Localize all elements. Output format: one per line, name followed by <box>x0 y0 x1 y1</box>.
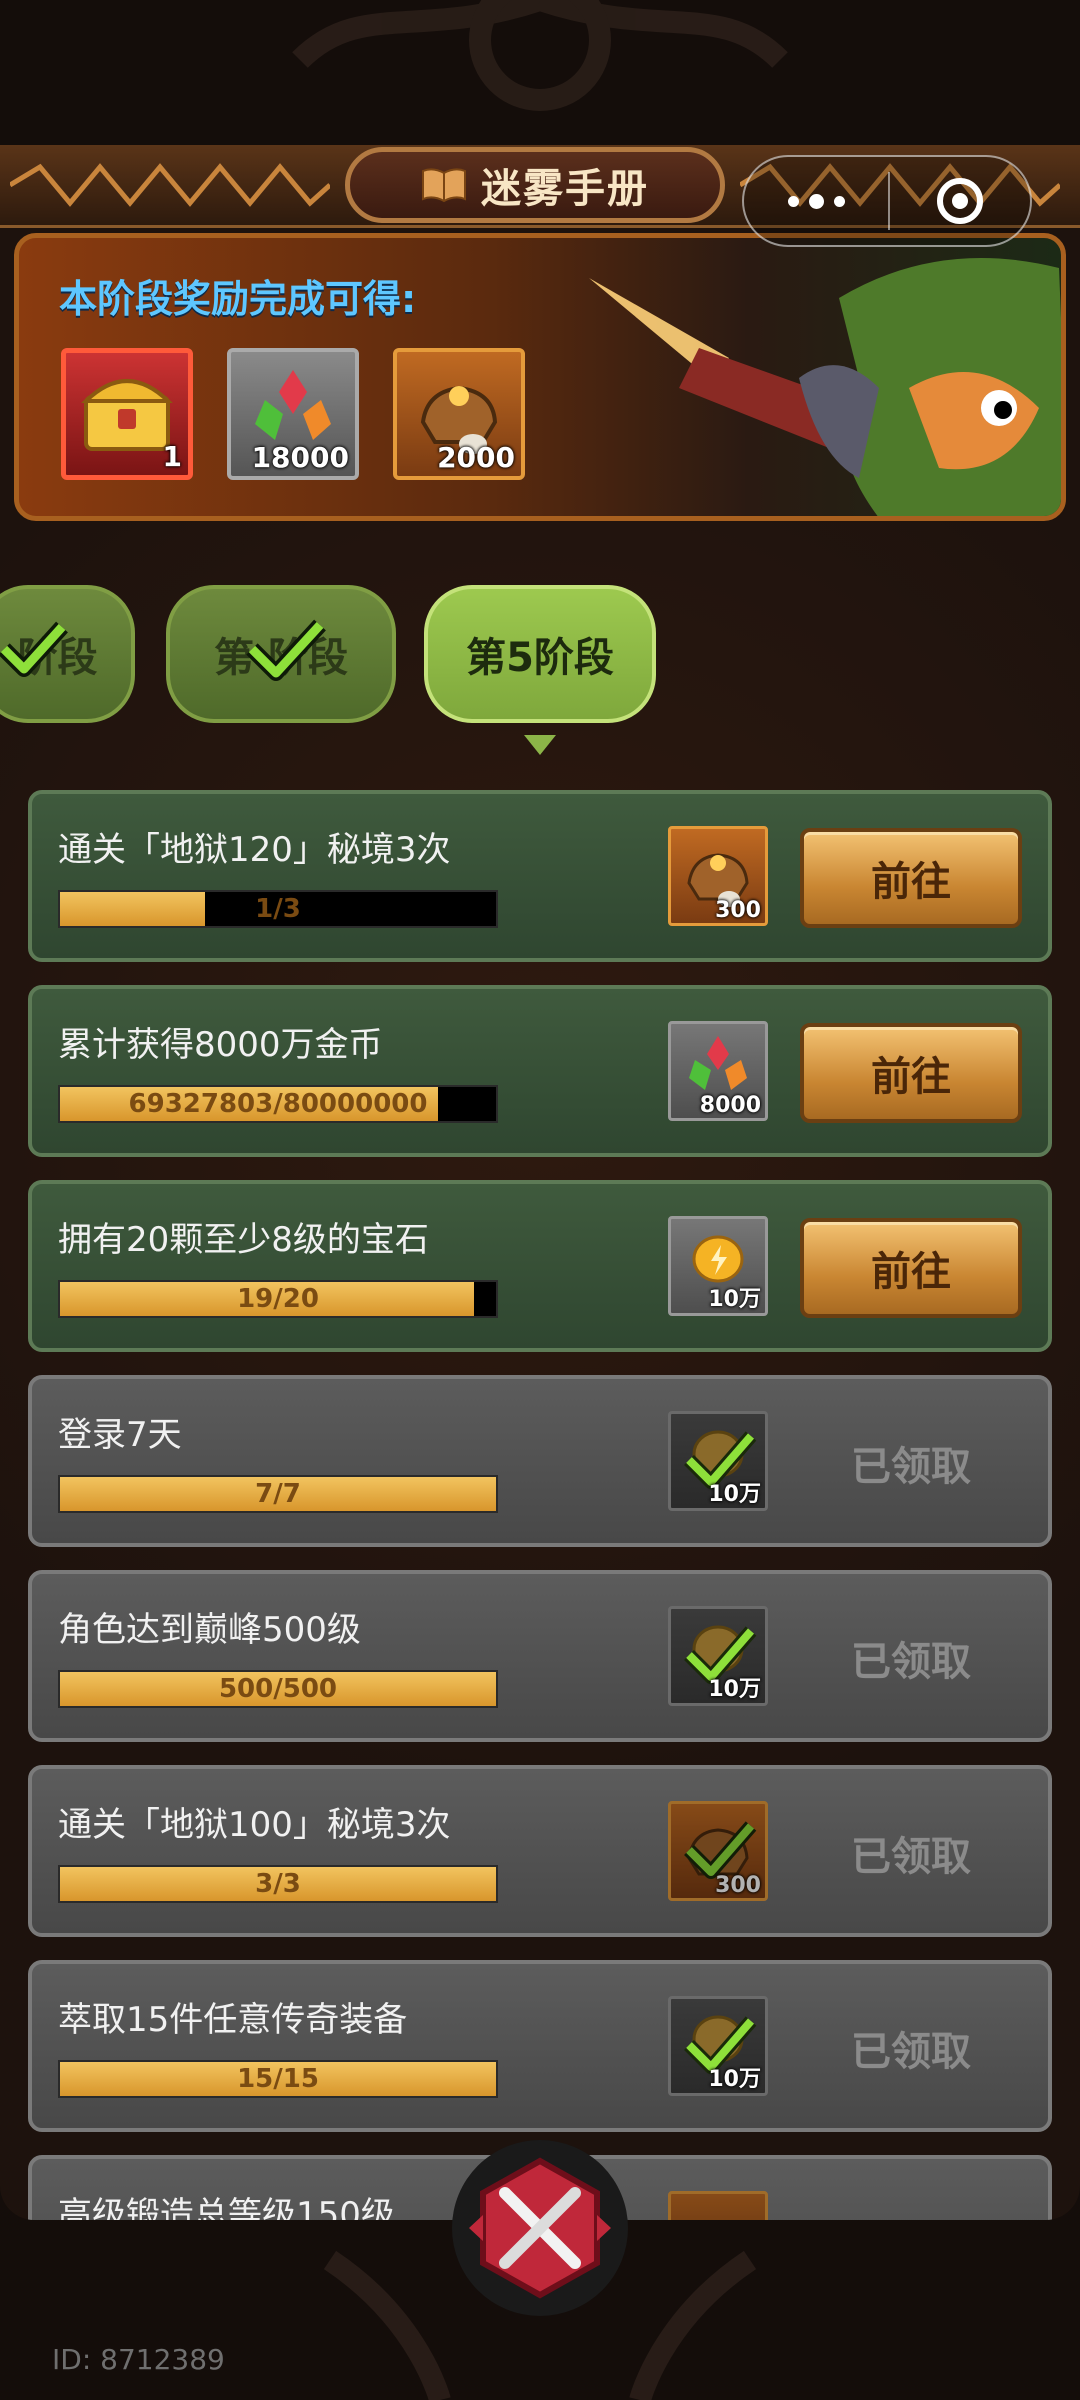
reward-item[interactable]: 10万 <box>668 1411 768 1511</box>
main-panel: 迷雾手册 本阶段奖励完成可得: 1 18000 2000 阶段 第 阶段 第5阶… <box>0 145 1080 2220</box>
header-ornament-left <box>10 163 330 207</box>
check-icon <box>246 619 326 681</box>
progress-bar: 1/3 <box>58 890 498 928</box>
progress-label: 7/7 <box>255 1479 301 1509</box>
task-text: 高级锻造总等级150级 <box>58 2195 395 2220</box>
task-row: 登录7天 7/7 10万 已领取 <box>28 1375 1052 1547</box>
progress-label: 19/20 <box>237 1284 319 1314</box>
progress-label: 500/500 <box>218 1674 338 1704</box>
progress-label: 69327803/80000000 <box>128 1089 428 1119</box>
user-id: ID: 8712389 <box>52 2343 225 2376</box>
title-plate: 迷雾手册 <box>345 147 725 223</box>
check-icon <box>0 621 68 677</box>
tab-stage-4[interactable]: 第 阶段 <box>166 585 396 723</box>
reward-count: 300 <box>715 1873 761 1898</box>
task-text: 通关「地狱100」秘境3次 <box>58 1805 451 1845</box>
page-title: 迷雾手册 <box>481 166 649 212</box>
reward-item[interactable]: 10万 <box>668 1606 768 1706</box>
banner-title: 本阶段奖励完成可得: <box>59 277 417 321</box>
task-row: 累计获得8000万金币 69327803/80000000 8000 前往 <box>28 985 1052 1157</box>
close-button[interactable] <box>452 2140 628 2316</box>
reward-item[interactable] <box>668 2191 768 2220</box>
reward-count: 10万 <box>708 2067 761 2092</box>
close-miniprogram-button[interactable] <box>890 178 1030 224</box>
tab-stage-5[interactable]: 第5阶段 <box>424 585 656 723</box>
progress-label: 3/3 <box>255 1869 301 1899</box>
reward-count: 2000 <box>437 441 515 474</box>
reward-count: 1 <box>162 440 182 473</box>
more-button[interactable] <box>744 157 888 245</box>
crossed-swords-icon <box>469 2157 611 2299</box>
tab-label: 第5阶段 <box>466 635 614 681</box>
reward-item[interactable]: 8000 <box>668 1021 768 1121</box>
progress-bar: 19/20 <box>58 1280 498 1318</box>
reward-slot-1[interactable]: 1 <box>61 348 193 480</box>
task-row: 通关「地狱120」秘境3次 1/3 300 前往 <box>28 790 1052 962</box>
claimed-label: 已领取 <box>851 1834 971 1880</box>
reward-item[interactable]: 10万 <box>668 1996 768 2096</box>
task-text: 角色达到巅峰500级 <box>58 1610 361 1650</box>
claimed-label: 已领取 <box>851 2029 971 2075</box>
reward-count: 18000 <box>251 441 349 474</box>
more-dot-icon <box>808 193 824 209</box>
task-row: 角色达到巅峰500级 500/500 10万 已领取 <box>28 1570 1052 1742</box>
progress-bar: 500/500 <box>58 1670 498 1708</box>
more-dot-icon <box>833 195 845 207</box>
book-icon <box>422 168 466 203</box>
reward-count: 10万 <box>708 1677 761 1702</box>
go-button[interactable]: 前往 <box>800 1023 1022 1123</box>
active-tab-indicator <box>524 735 556 755</box>
reward-item[interactable]: 300 <box>668 826 768 926</box>
task-text: 拥有20颗至少8级的宝石 <box>58 1220 429 1260</box>
reward-count: 300 <box>715 898 761 923</box>
task-text: 通关「地狱120」秘境3次 <box>58 830 451 870</box>
go-button[interactable]: 前往 <box>800 1218 1022 1318</box>
target-icon <box>937 178 983 224</box>
tab-stage-3[interactable]: 阶段 <box>0 585 135 723</box>
task-text: 萃取15件任意传奇装备 <box>58 2000 408 2040</box>
reward-slot-3[interactable]: 2000 <box>393 348 525 480</box>
reward-slot-2[interactable]: 18000 <box>227 348 359 480</box>
reward-item[interactable]: 300 <box>668 1801 768 1901</box>
progress-bar: 3/3 <box>58 1865 498 1903</box>
reward-count: 8000 <box>699 1093 761 1118</box>
more-dot-icon <box>787 195 799 207</box>
miniprogram-capsule <box>742 155 1032 247</box>
claimed-label: 已领取 <box>851 1444 971 1490</box>
hero-illustration <box>589 258 1061 516</box>
reward-count: 10万 <box>708 1482 761 1507</box>
progress-bar: 15/15 <box>58 2060 498 2098</box>
progress-label: 1/3 <box>255 894 301 924</box>
reward-count: 10万 <box>708 1287 761 1312</box>
stage-reward-banner: 本阶段奖励完成可得: 1 18000 2000 <box>14 233 1066 521</box>
task-text: 登录7天 <box>58 1415 182 1455</box>
task-row: 萃取15件任意传奇装备 15/15 10万 已领取 <box>28 1960 1052 2132</box>
task-text: 累计获得8000万金币 <box>58 1025 383 1065</box>
task-row: 拥有20颗至少8级的宝石 19/20 10万 前往 <box>28 1180 1052 1352</box>
task-row: 通关「地狱100」秘境3次 3/3 300 已领取 <box>28 1765 1052 1937</box>
progress-bar: 7/7 <box>58 1475 498 1513</box>
progress-bar: 69327803/80000000 <box>58 1085 498 1123</box>
progress-label: 15/15 <box>237 2064 319 2094</box>
claimed-label: 已领取 <box>851 1639 971 1685</box>
reward-item[interactable]: 10万 <box>668 1216 768 1316</box>
go-button[interactable]: 前往 <box>800 828 1022 928</box>
